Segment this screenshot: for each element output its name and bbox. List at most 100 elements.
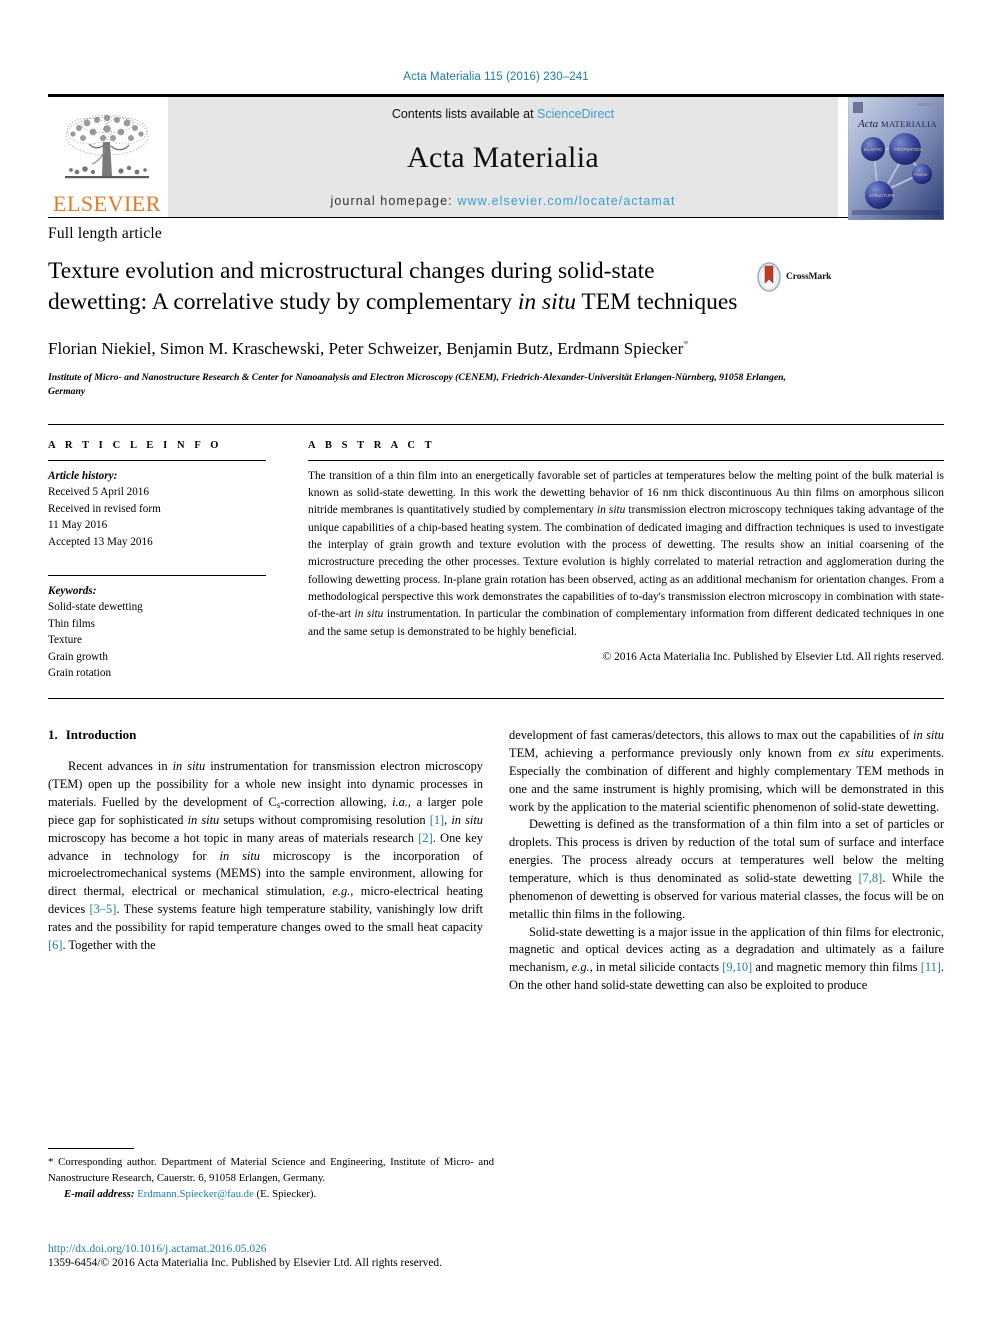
elsevier-wordmark: ELSEVIER — [53, 191, 161, 216]
email-link[interactable]: Erdmann.Spiecker@fau.de — [137, 1188, 254, 1200]
crossmark-badge[interactable]: CrossMark — [756, 262, 866, 292]
email-suffix: (E. Spiecker). — [253, 1187, 317, 1200]
citation-link[interactable]: [1] — [430, 813, 444, 827]
journal-homepage-line: journal homepage: www.elsevier.com/locat… — [330, 194, 675, 208]
journal-article-page: Acta Materialia 115 (2016) 230–241 ELSEV… — [0, 0, 992, 1323]
citation-link[interactable]: [7,8] — [858, 871, 882, 885]
citation-link[interactable]: [11] — [921, 960, 941, 974]
abstract-column: A B S T R A C T The transition of a thin… — [308, 440, 944, 682]
footnote-rule — [48, 1148, 134, 1149]
footnote-email-line: E-mail address: Erdmann.Spiecker@fau.de … — [48, 1188, 494, 1200]
article-info-rule — [48, 459, 266, 461]
history-line: 11 May 2016 — [48, 519, 108, 532]
intro-paragraph-left: Recent advances in in situ instrumentati… — [48, 758, 483, 955]
citation-link[interactable]: [6] — [48, 938, 62, 952]
corresponding-author-marker[interactable]: * — [683, 338, 689, 350]
citation-link[interactable]: [3–5] — [90, 902, 117, 916]
affiliation: Institute of Micro- and Nanostructure Re… — [48, 371, 786, 398]
body-column-right: development of fast cameras/detectors, t… — [509, 727, 944, 995]
contents-available-line: Contents lists available at ScienceDirec… — [392, 107, 614, 121]
seg-italic: in situ — [451, 812, 483, 827]
journal-homepage-link[interactable]: www.elsevier.com/locate/actamat — [457, 194, 675, 208]
contents-prefix: Contents lists available at — [391, 107, 538, 121]
abstract-italic-1: in situ — [597, 504, 626, 517]
history-line: Accepted 13 May 2016 — [48, 536, 153, 549]
keywords-label: Keywords: — [48, 584, 97, 597]
running-head: Acta Materialia 115 (2016) 230–241 — [403, 71, 589, 83]
info-abstract-section: A R T I C L E I N F O Article history: R… — [48, 440, 944, 682]
svg-text:ELASTIC: ELASTIC — [864, 147, 882, 152]
seg: Recent advances in — [68, 759, 173, 774]
journal-masthead: ELSEVIER Contents lists available at Sci… — [48, 94, 945, 221]
seg-italic: i.a. — [392, 794, 408, 809]
article-history-block: Article history: Received 5 April 2016 R… — [48, 468, 266, 551]
keyword-item: Texture — [48, 634, 83, 647]
sciencedirect-link[interactable]: ScienceDirect — [537, 107, 614, 121]
doi-block: http://dx.doi.org/10.1016/j.actamat.2016… — [48, 1243, 508, 1269]
abstract-seg-3: instrumentation. In particular the combi… — [308, 608, 944, 638]
seg: and magnetic memory thin films — [752, 960, 921, 975]
footnote-text: * Corresponding author. Department of Ma… — [48, 1155, 494, 1187]
seg: TEM, achieving a performance previously … — [509, 745, 839, 760]
seg-italic: in situ — [172, 759, 206, 774]
keyword-item: Grain growth — [48, 650, 108, 663]
citation-link[interactable]: [2] — [418, 831, 432, 845]
keyword-item: Grain rotation — [48, 667, 112, 680]
history-line: Received 5 April 2016 — [48, 486, 149, 499]
section-name: Introduction — [65, 727, 137, 743]
svg-text:STRUCTURE: STRUCTURE — [869, 193, 895, 198]
seg-italic: in situ — [219, 848, 260, 863]
elsevier-logo: ELSEVIER — [48, 97, 166, 217]
article-history-label: Article history: — [48, 469, 118, 482]
abstract-bottom-rule — [48, 698, 944, 700]
issn-copyright-line: 1359-6454/© 2016 Acta Materialia Inc. Pu… — [48, 1257, 442, 1269]
seg: -correction allowing, — [280, 794, 393, 809]
author-list: Florian Niekiel, Simon M. Kraschewski, P… — [48, 337, 768, 362]
section-title-introduction: 1. Introduction — [48, 727, 483, 743]
info-top-rule — [48, 423, 944, 425]
history-line: Received in revised form — [48, 502, 161, 515]
article-info-column: A R T I C L E I N F O Article history: R… — [48, 440, 266, 682]
svg-text:PROPERTIES: PROPERTIES — [894, 147, 922, 152]
abstract-seg-2: transmission electron microscopy techniq… — [308, 504, 944, 621]
cover-image: Acta MATERIALIA ELASTIC PROPERTIES PHASE… — [847, 96, 945, 221]
title-block: Texture evolution and microstructural ch… — [48, 256, 748, 319]
footnote-body: Corresponding author. Department of Mate… — [48, 1156, 494, 1184]
seg-italic: in situ — [187, 812, 220, 827]
intro-paragraph-right-1: development of fast cameras/detectors, t… — [509, 727, 944, 816]
keywords-rule — [48, 574, 266, 576]
seg: development of fast cameras/detectors, t… — [509, 728, 914, 743]
journal-cover-thumbnail: Acta MATERIALIA ELASTIC PROPERTIES PHASE… — [847, 96, 945, 221]
homepage-prefix: journal homepage: — [330, 194, 458, 208]
body-column-left: 1. Introduction Recent advances in in sit… — [48, 727, 483, 995]
page-title: Texture evolution and microstructural ch… — [48, 256, 748, 319]
svg-text:PHASE: PHASE — [914, 172, 928, 177]
masthead-bottom-rule — [48, 217, 944, 218]
keyword-item: Thin films — [48, 617, 95, 630]
seg-italic: in situ — [913, 728, 945, 743]
keywords-block: Keywords: Solid-state dewetting Thin fil… — [48, 583, 266, 682]
abstract-italic-2: in situ — [354, 608, 384, 621]
crossmark-icon — [757, 262, 781, 292]
journal-title: Acta Materialia — [407, 140, 599, 174]
title-row: Texture evolution and microstructural ch… — [48, 256, 944, 319]
journal-band: Contents lists available at ScienceDirec… — [168, 97, 838, 217]
email-label: E-mail address: — [64, 1187, 135, 1200]
keyword-item: Solid-state dewetting — [48, 601, 143, 614]
svg-text:Acta: Acta — [857, 118, 879, 130]
intro-paragraph-right-3: Solid-state dewetting is a major issue i… — [509, 924, 944, 995]
article-info-heading: A R T I C L E I N F O — [48, 439, 223, 451]
seg-italic: e.g. — [332, 884, 351, 899]
abstract-rule — [308, 459, 944, 461]
title-part-2: TEM techniques — [575, 289, 738, 316]
citation-link[interactable]: [9,10] — [722, 960, 752, 974]
article-type-label: Full length article — [48, 225, 162, 242]
seg: . Together with the — [62, 937, 156, 952]
seg: microscopy has become a hot topic in man… — [48, 830, 419, 845]
author-names: Florian Niekiel, Simon M. Kraschewski, P… — [48, 338, 684, 358]
doi-link[interactable]: http://dx.doi.org/10.1016/j.actamat.2016… — [48, 1243, 508, 1255]
crossmark-label: CrossMark — [786, 272, 832, 282]
title-part-italic: in situ — [517, 289, 576, 316]
abstract-text: The transition of a thin film into an en… — [308, 468, 944, 641]
svg-text:MATERIALIA: MATERIALIA — [881, 119, 937, 129]
